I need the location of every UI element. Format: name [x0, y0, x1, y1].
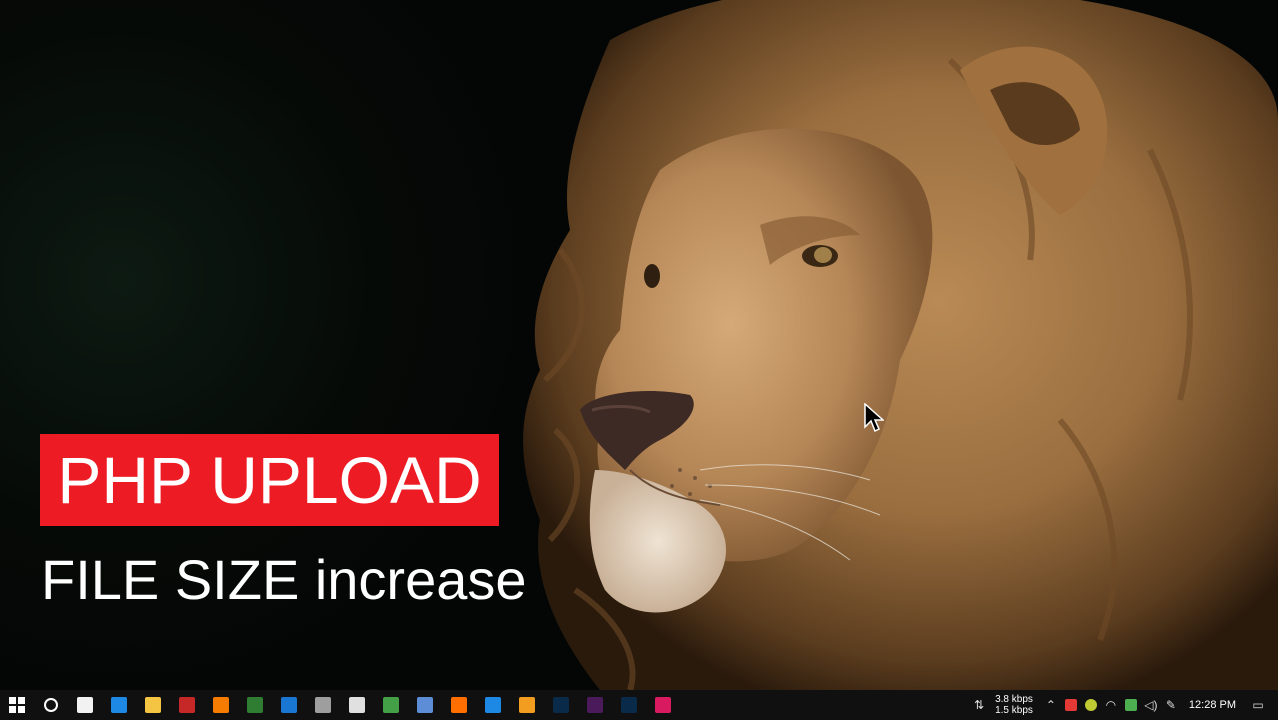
taskbar-app-button[interactable] — [578, 690, 612, 720]
taskbar-app-button[interactable] — [442, 690, 476, 720]
illustrator-app-icon — [519, 697, 535, 713]
taskbar-app-button[interactable] — [340, 690, 374, 720]
taskbar-app-button[interactable] — [68, 690, 102, 720]
taskbar-app-button[interactable] — [204, 690, 238, 720]
bird-blue-app-icon — [485, 697, 501, 713]
tray-app-google-icon[interactable] — [1121, 690, 1141, 720]
tray-app-green-icon[interactable] — [1081, 690, 1101, 720]
taskbar-app-list — [68, 690, 680, 720]
windows-start-icon — [9, 697, 25, 713]
pink-app-icon — [655, 697, 671, 713]
globe-app-icon — [247, 697, 263, 713]
action-center-icon[interactable]: ▭ — [1248, 690, 1268, 720]
edge-app-icon — [111, 697, 127, 713]
taskbar-app-button[interactable] — [646, 690, 680, 720]
taskbar-app-button[interactable] — [272, 690, 306, 720]
taskbar-app-button[interactable] — [510, 690, 544, 720]
show-hidden-icons-chevron-icon[interactable]: ⌃ — [1041, 690, 1061, 720]
taskbar-app-button[interactable] — [612, 690, 646, 720]
title-text: PHP UPLOAD — [57, 443, 482, 517]
subtitle-text: FILE SIZE increase — [41, 548, 527, 611]
tray-app-red-icon[interactable] — [1061, 690, 1081, 720]
taskbar-app-button[interactable] — [544, 690, 578, 720]
network-speed: 3.8 kbps 1.5 kbps — [995, 694, 1033, 716]
store-app-icon — [77, 697, 93, 713]
firefox-app-icon — [451, 697, 467, 713]
taskbar-app-button[interactable] — [374, 690, 408, 720]
chrome-app-icon-2 — [417, 697, 433, 713]
photoshop-app-icon-2 — [621, 697, 637, 713]
taskbar-app-button[interactable] — [476, 690, 510, 720]
purple-app-icon — [587, 697, 603, 713]
wifi-icon[interactable]: ◠ — [1101, 690, 1121, 720]
taskbar: ⇅ 3.8 kbps 1.5 kbps ⌃ ◠ ◁) ✎ 12:28 PM ▭ — [0, 690, 1278, 720]
cortana-button[interactable] — [34, 690, 68, 720]
bird-app-icon — [349, 697, 365, 713]
taskbar-app-button[interactable] — [238, 690, 272, 720]
system-tray: ⇅ 3.8 kbps 1.5 kbps ⌃ ◠ ◁) ✎ 12:28 PM ▭ — [969, 690, 1278, 720]
chrome-app-icon — [383, 697, 399, 713]
clock[interactable]: 12:28 PM — [1189, 699, 1236, 711]
pen-icon[interactable]: ✎ — [1161, 690, 1181, 720]
taskbar-app-button[interactable] — [408, 690, 442, 720]
sublime-text-app-icon — [213, 697, 229, 713]
taskbar-app-button[interactable] — [102, 690, 136, 720]
taskbar-app-button[interactable] — [136, 690, 170, 720]
net-speed-up: 3.8 kbps — [995, 694, 1033, 705]
vscode-app-icon — [281, 697, 297, 713]
start-button[interactable] — [0, 690, 34, 720]
filezilla-app-icon — [179, 697, 195, 713]
file-explorer-app-icon — [145, 697, 161, 713]
mouse-cursor-icon — [864, 403, 884, 433]
net-speed-down: 1.5 kbps — [995, 705, 1033, 716]
network-transfer-icon[interactable]: ⇅ — [969, 690, 989, 720]
volume-icon[interactable]: ◁) — [1141, 690, 1161, 720]
cortana-circle-icon — [44, 698, 58, 712]
photoshop-app-icon — [553, 697, 569, 713]
taskbar-app-button[interactable] — [170, 690, 204, 720]
taskbar-app-button[interactable] — [306, 690, 340, 720]
tool-app-icon — [315, 697, 331, 713]
title-banner: PHP UPLOAD — [40, 434, 499, 526]
